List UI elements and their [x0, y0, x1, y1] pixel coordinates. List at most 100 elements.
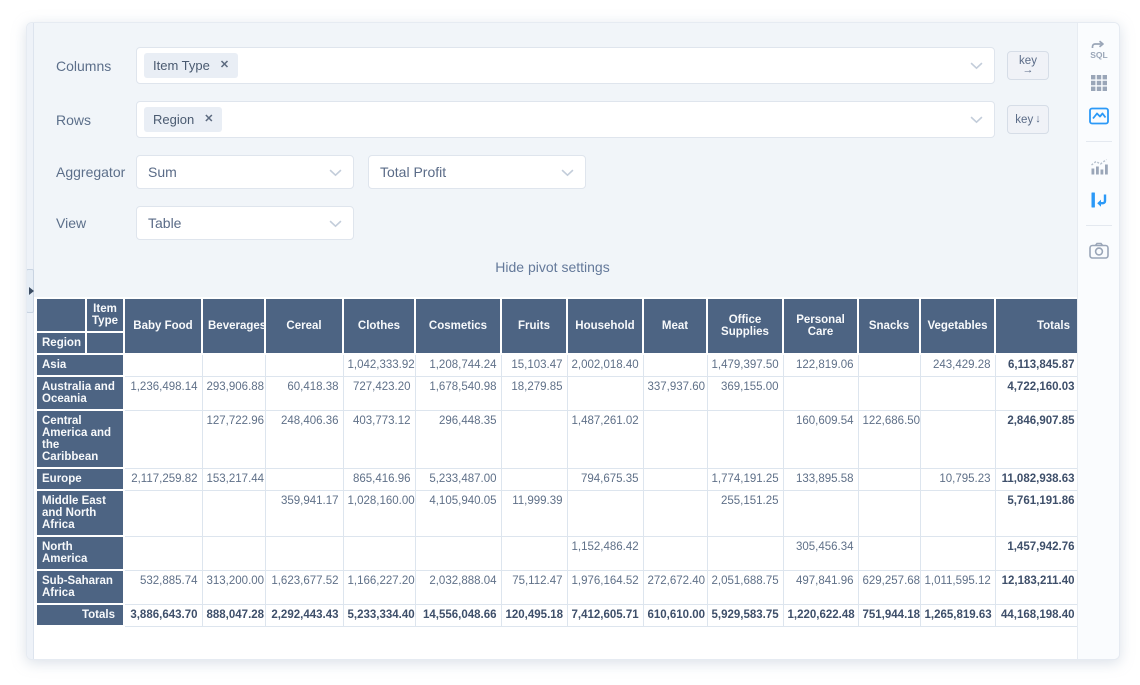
value-cell: 1,028,160.00	[343, 490, 415, 536]
value-cell	[858, 354, 920, 376]
col-header-fruits: Fruits	[501, 298, 567, 354]
value-cell: 18,279.85	[501, 376, 567, 410]
value-cell	[858, 376, 920, 410]
col-axis-label: Item Type	[86, 298, 124, 332]
sql-icon[interactable]: SQL	[1086, 37, 1112, 63]
col-header-meat: Meat	[643, 298, 707, 354]
table-row: Europe2,117,259.82153,217.44865,416.965,…	[36, 468, 1079, 490]
pill-remove-icon[interactable]: ✕	[220, 60, 229, 71]
row-axis-label: Region	[36, 332, 86, 354]
col-header-snacks: Snacks	[858, 298, 920, 354]
bar-chart-icon[interactable]	[1086, 154, 1112, 180]
value-cell: 296,448.35	[415, 410, 501, 468]
col-header-vegetables: Vegetables	[920, 298, 995, 354]
value-cell: 1,678,540.98	[415, 376, 501, 410]
col-header-beverages: Beverages	[202, 298, 265, 354]
rows-sort-key-button[interactable]: key ↓	[1007, 105, 1049, 134]
aggregator-field-select[interactable]: Total Profit	[368, 155, 586, 189]
panel-collapse-handle[interactable]	[26, 269, 34, 313]
image-chart-icon[interactable]	[1086, 103, 1112, 129]
columns-label: Columns	[56, 58, 136, 74]
value-cell: 2,002,018.40	[567, 354, 643, 376]
value-cell: 293,906.88	[202, 376, 265, 410]
value-cell: 359,941.17	[265, 490, 343, 536]
value-cell	[920, 376, 995, 410]
value-cell: 1,774,191.25	[707, 468, 783, 490]
pivot-table-head: Item TypeBaby FoodBeveragesCerealClothes…	[36, 298, 1079, 354]
value-cell: 243,429.28	[920, 354, 995, 376]
aggregator-select[interactable]: Sum	[136, 155, 354, 189]
aggregator-label: Aggregator	[56, 164, 136, 180]
value-cell: 1,042,333.92	[343, 354, 415, 376]
table-row: North America1,152,486.42305,456.341,457…	[36, 536, 1079, 570]
columns-pill-item-type[interactable]: Item Type ✕	[144, 53, 238, 78]
key-label: key	[1015, 114, 1033, 126]
value-cell: 15,103.47	[501, 354, 567, 376]
pivot-icon[interactable]	[1086, 187, 1112, 213]
totals-column-header: Totals	[995, 298, 1079, 354]
rows-row: Rows Region ✕ key ↓	[56, 101, 1049, 138]
value-cell: 1,208,744.24	[415, 354, 501, 376]
aggregator-row: Aggregator Sum Total Profit	[56, 155, 1049, 189]
grand-total-cell: 44,168,198.40	[995, 604, 1079, 626]
pill-remove-icon[interactable]: ✕	[204, 114, 213, 125]
value-cell: 160,609.54	[783, 410, 858, 468]
corner-under-cell	[86, 332, 124, 354]
value-cell: 1,487,261.02	[567, 410, 643, 468]
value-cell: 403,773.12	[343, 410, 415, 468]
view-select[interactable]: Table	[136, 206, 354, 240]
value-cell	[202, 490, 265, 536]
value-cell	[858, 490, 920, 536]
value-cell: 1,623,677.52	[265, 570, 343, 604]
camera-icon[interactable]	[1086, 238, 1112, 264]
chevron-down-icon	[329, 215, 342, 231]
rows-pill-region[interactable]: Region ✕	[144, 107, 222, 132]
chevron-down-icon[interactable]	[970, 57, 983, 75]
corner-cell	[36, 298, 86, 332]
value-cell	[343, 536, 415, 570]
row-header-central-america-and-the-caribbean: Central America and the Caribbean	[36, 410, 124, 468]
value-cell	[643, 410, 707, 468]
column-total-cell: 5,929,583.75	[707, 604, 783, 626]
chevron-down-icon	[329, 164, 342, 180]
value-cell	[501, 536, 567, 570]
hide-pivot-settings-link[interactable]: Hide pivot settings	[56, 253, 1049, 285]
column-total-cell: 751,944.18	[858, 604, 920, 626]
row-total-cell: 5,761,191.86	[995, 490, 1079, 536]
chevron-down-icon[interactable]	[970, 111, 983, 129]
column-total-cell: 888,047.28	[202, 604, 265, 626]
value-cell: 1,976,164.52	[567, 570, 643, 604]
value-cell: 1,166,227.20	[343, 570, 415, 604]
column-total-cell: 5,233,334.40	[343, 604, 415, 626]
value-cell	[858, 536, 920, 570]
row-total-cell: 2,846,907.85	[995, 410, 1079, 468]
value-cell: 11,999.39	[501, 490, 567, 536]
totals-row-header: Totals	[36, 604, 124, 626]
rows-dropzone[interactable]: Region ✕	[136, 101, 995, 138]
panel-splitter-rail[interactable]	[27, 23, 34, 659]
row-total-cell: 4,722,160.03	[995, 376, 1079, 410]
value-cell: 1,479,397.50	[707, 354, 783, 376]
value-cell	[415, 536, 501, 570]
column-total-cell: 2,292,443.43	[265, 604, 343, 626]
value-cell: 1,152,486.42	[567, 536, 643, 570]
row-total-cell: 12,183,211.40	[995, 570, 1079, 604]
column-total-cell: 120,495.18	[501, 604, 567, 626]
columns-sort-key-button[interactable]: key →	[1007, 51, 1049, 80]
key-arrow-right-icon: →	[1023, 66, 1034, 75]
col-header-clothes: Clothes	[343, 298, 415, 354]
value-cell: 127,722.96	[202, 410, 265, 468]
value-cell	[858, 468, 920, 490]
view-selected-value: Table	[148, 215, 181, 231]
row-total-cell: 1,457,942.76	[995, 536, 1079, 570]
value-cell: 727,423.20	[343, 376, 415, 410]
table-grid-icon[interactable]	[1086, 70, 1112, 96]
value-cell: 532,885.74	[124, 570, 202, 604]
value-cell	[643, 468, 707, 490]
columns-dropzone[interactable]: Item Type ✕	[136, 47, 995, 84]
row-total-cell: 6,113,845.87	[995, 354, 1079, 376]
pivot-table: Item TypeBaby FoodBeveragesCerealClothes…	[35, 297, 1080, 627]
value-cell	[124, 490, 202, 536]
value-cell: 497,841.96	[783, 570, 858, 604]
value-cell	[265, 536, 343, 570]
